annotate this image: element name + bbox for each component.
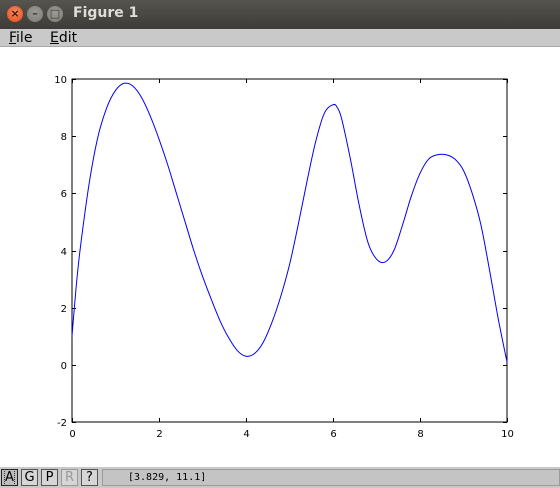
pan-button[interactable]: P <box>41 469 58 486</box>
autoscale-button[interactable]: A <box>1 469 18 486</box>
menu-file-label: ile <box>16 30 33 46</box>
y-tick-label: 0 <box>61 361 67 372</box>
y-tick-label: 8 <box>61 132 67 143</box>
minimize-window-button[interactable]: – <box>27 6 43 22</box>
menu-bar: File Edit <box>0 29 560 47</box>
series-line <box>71 82 508 363</box>
x-tick-label: 10 <box>501 429 514 440</box>
y-tick-label: 2 <box>61 304 67 315</box>
help-button[interactable]: ? <box>81 469 98 486</box>
y-tick-label: 4 <box>61 247 67 258</box>
grid-label: G <box>24 470 35 485</box>
x-tick-label: 2 <box>156 429 162 440</box>
menu-edit-mnemonic: E <box>50 30 59 46</box>
maximize-window-button[interactable]: □ <box>47 6 63 22</box>
plot-canvas[interactable]: 0 2 4 6 8 10-20246810 <box>0 47 560 467</box>
help-label: ? <box>86 470 93 485</box>
menu-file[interactable]: File <box>9 30 32 46</box>
rotate-label: R <box>64 470 75 485</box>
x-tick-label: 4 <box>243 429 249 440</box>
x-tick-label: 8 <box>417 429 423 440</box>
window-titlebar: × – □ Figure 1 <box>0 0 560 29</box>
menu-edit-label: dit <box>58 30 78 46</box>
x-tick-label: 0 <box>69 429 75 440</box>
grid-button[interactable]: G <box>21 469 38 486</box>
plot-frame <box>71 78 508 423</box>
menu-edit[interactable]: Edit <box>50 30 77 46</box>
status-bar: A G P R ? [3.829, 11.1] <box>0 467 560 488</box>
y-tick-label: 10 <box>54 75 67 86</box>
x-tick-label: 6 <box>330 429 336 440</box>
rotate-button[interactable]: R <box>61 469 78 486</box>
window-title: Figure 1 <box>73 5 139 21</box>
autoscale-label: A <box>4 469 15 486</box>
menu-file-mnemonic: F <box>9 30 17 46</box>
y-tick-label: 6 <box>61 189 67 200</box>
y-tick-label: -2 <box>57 418 67 429</box>
pan-label: P <box>45 470 54 485</box>
close-window-button[interactable]: × <box>7 6 23 22</box>
cursor-coordinates: [3.829, 11.1] <box>102 469 560 486</box>
